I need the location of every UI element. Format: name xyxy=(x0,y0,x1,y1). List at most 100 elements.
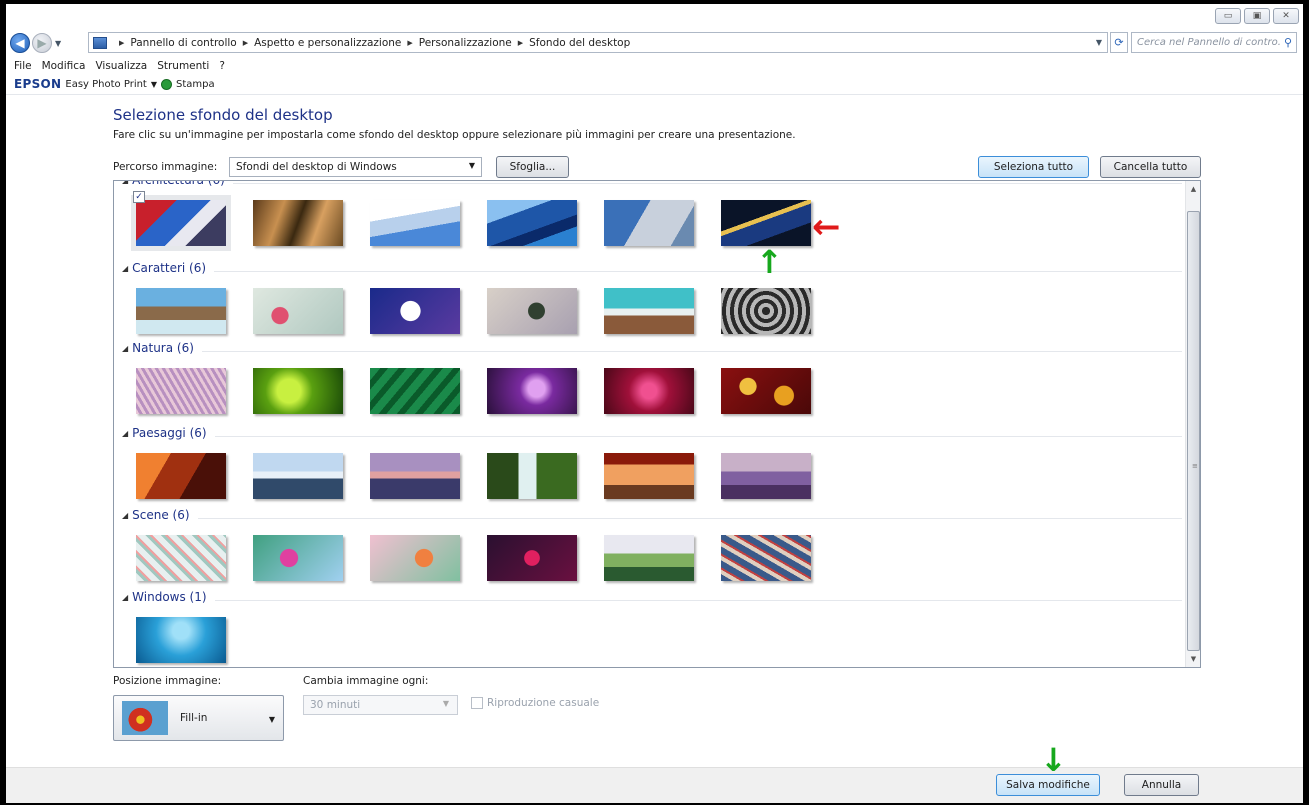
picture-location-row: Percorso immagine: Sfondi del desktop di… xyxy=(113,156,1201,180)
wallpaper-thumbnail[interactable] xyxy=(253,288,343,334)
group-header[interactable]: ◢ Natura (6) xyxy=(122,341,1182,361)
check-icon[interactable]: ✓ xyxy=(133,191,145,203)
change-interval-value: 30 minuti xyxy=(310,699,361,711)
gallery-scrollbar[interactable]: ▲ ≡ ▼ xyxy=(1185,181,1200,667)
wallpaper-thumbnail[interactable] xyxy=(721,453,811,499)
wallpaper-thumbnail[interactable] xyxy=(370,535,460,581)
menu-tools[interactable]: Strumenti xyxy=(157,60,209,72)
wallpaper-thumbnail[interactable] xyxy=(136,368,226,414)
group-title[interactable]: ◢ Caratteri (6) xyxy=(122,261,215,275)
search-input[interactable]: Cerca nel Pannello di contro... ⚲ xyxy=(1131,32,1297,53)
wallpaper-thumbnail[interactable] xyxy=(721,368,811,414)
wallpaper-thumbnail[interactable] xyxy=(487,453,577,499)
wallpaper-thumbnail[interactable] xyxy=(604,535,694,581)
wallpaper-thumbnail[interactable] xyxy=(136,617,226,663)
wallpaper-thumbnail[interactable] xyxy=(721,535,811,581)
minimize-button[interactable]: ▭ xyxy=(1215,8,1241,24)
print-button[interactable]: Stampa xyxy=(176,79,215,90)
easy-photo-print-button[interactable]: Easy Photo Print xyxy=(65,79,146,90)
wallpaper-thumbnail[interactable] xyxy=(370,200,460,246)
wallpaper-thumbnail[interactable] xyxy=(370,453,460,499)
wallpaper-thumbnail[interactable]: ✓ xyxy=(131,191,231,251)
select-all-button[interactable]: Seleziona tutto xyxy=(978,156,1089,178)
group-title[interactable]: ◢ Windows (1) xyxy=(122,590,215,604)
collapse-triangle-icon[interactable]: ◢ xyxy=(122,181,128,185)
group-title[interactable]: ◢ Scene (6) xyxy=(122,508,198,522)
collapse-triangle-icon[interactable]: ◢ xyxy=(122,429,128,438)
group-header[interactable]: ◢ Paesaggi (6) xyxy=(122,426,1182,446)
wallpaper-thumbnail[interactable] xyxy=(721,200,811,246)
thumbnail-row: ✓ xyxy=(131,191,811,251)
address-dropdown-icon[interactable]: ▼ xyxy=(1091,38,1107,47)
group-divider xyxy=(122,351,1182,352)
window-controls: ▭ ▣ ✕ xyxy=(1215,8,1299,24)
wallpaper-thumbnail[interactable] xyxy=(370,288,460,334)
clear-all-button[interactable]: Cancella tutto xyxy=(1100,156,1201,178)
wallpaper-thumbnail[interactable] xyxy=(253,200,343,246)
wallpaper-thumbnail[interactable] xyxy=(604,200,694,246)
wallpaper-thumbnail[interactable] xyxy=(604,368,694,414)
picture-position-select[interactable]: Fill-in ▼ xyxy=(113,695,284,741)
recent-pages-dropdown[interactable]: ▼ xyxy=(55,39,61,48)
back-button[interactable]: ◀ xyxy=(10,33,30,53)
crumb-desktop-background[interactable]: Sfondo del desktop xyxy=(529,37,630,49)
wallpaper-thumbnail[interactable] xyxy=(721,288,811,334)
shuffle-label: Riproduzione casuale xyxy=(487,697,600,709)
picture-location-select[interactable]: Sfondi del desktop di Windows ▼ xyxy=(229,157,482,177)
group-title[interactable]: ◢ Natura (6) xyxy=(122,341,202,355)
scroll-up-icon[interactable]: ▲ xyxy=(1186,181,1200,197)
group-label: Scene (6) xyxy=(132,508,190,522)
change-interval-label: Cambia immagine ogni: xyxy=(303,675,429,687)
checkbox-box[interactable] xyxy=(471,697,483,709)
wallpaper-thumbnail[interactable] xyxy=(487,200,577,246)
close-button[interactable]: ✕ xyxy=(1273,8,1299,24)
collapse-triangle-icon[interactable]: ◢ xyxy=(122,511,128,520)
wallpaper-thumbnail[interactable] xyxy=(604,453,694,499)
wallpaper-thumbnail[interactable] xyxy=(253,368,343,414)
collapse-triangle-icon[interactable]: ◢ xyxy=(122,344,128,353)
epson-toolbar: EPSON Easy Photo Print ▼ Stampa xyxy=(14,77,215,91)
crumb-appearance[interactable]: Aspetto e personalizzazione xyxy=(254,37,401,49)
menu-file[interactable]: File xyxy=(14,60,32,72)
group-title[interactable]: ◢ Architettura (6) xyxy=(122,181,233,187)
refresh-button[interactable]: ⟳ xyxy=(1110,32,1128,53)
menu-edit[interactable]: Modifica xyxy=(42,60,86,72)
crumb-control-panel[interactable]: Pannello di controllo xyxy=(130,37,236,49)
browse-button[interactable]: Sfoglia... xyxy=(496,156,569,178)
wallpaper-thumbnail[interactable] xyxy=(487,368,577,414)
wallpaper-thumbnail[interactable] xyxy=(370,368,460,414)
menu-view[interactable]: Visualizza xyxy=(95,60,147,72)
group-header[interactable]: ◢ Scene (6) xyxy=(122,508,1182,528)
wallpaper-thumbnail[interactable] xyxy=(136,535,226,581)
collapse-triangle-icon[interactable]: ◢ xyxy=(122,264,128,273)
group-title[interactable]: ◢ Paesaggi (6) xyxy=(122,426,215,440)
forward-button[interactable]: ▶ xyxy=(32,33,52,53)
group-label: Paesaggi (6) xyxy=(132,426,207,440)
maximize-button[interactable]: ▣ xyxy=(1244,8,1270,24)
shuffle-checkbox[interactable]: Riproduzione casuale xyxy=(471,697,599,709)
group-header[interactable]: ◢ Architettura (6) xyxy=(122,181,1182,193)
search-icon[interactable]: ⚲ xyxy=(1280,36,1296,49)
wallpaper-thumbnail[interactable] xyxy=(253,453,343,499)
address-bar[interactable]: ▶ Pannello di controllo ▶ Aspetto e pers… xyxy=(88,32,1108,53)
collapse-triangle-icon[interactable]: ◢ xyxy=(122,593,128,602)
green-arrow-down-icon: ↓ xyxy=(1040,741,1067,779)
menu-help[interactable]: ? xyxy=(219,60,225,72)
wallpaper-thumbnail[interactable] xyxy=(253,535,343,581)
wallpaper-thumbnail[interactable] xyxy=(136,288,226,334)
change-interval-select[interactable]: 30 minuti ▼ xyxy=(303,695,458,715)
crumb-personalization[interactable]: Personalizzazione xyxy=(419,37,512,49)
scrollbar-thumb[interactable]: ≡ xyxy=(1187,211,1200,651)
wallpaper-thumbnail[interactable] xyxy=(136,453,226,499)
group-header[interactable]: ◢ Caratteri (6) xyxy=(122,261,1182,281)
wallpaper-thumbnail[interactable] xyxy=(487,288,577,334)
divider xyxy=(6,94,1303,95)
group-header[interactable]: ◢ Windows (1) xyxy=(122,590,1182,610)
chevron-down-icon[interactable]: ▼ xyxy=(151,80,157,89)
wallpaper-thumbnail[interactable] xyxy=(487,535,577,581)
group-label: Caratteri (6) xyxy=(132,261,207,275)
thumbnail-row xyxy=(136,535,811,581)
wallpaper-thumbnail[interactable] xyxy=(604,288,694,334)
scroll-down-icon[interactable]: ▼ xyxy=(1186,651,1200,667)
cancel-button[interactable]: Annulla xyxy=(1124,774,1199,796)
